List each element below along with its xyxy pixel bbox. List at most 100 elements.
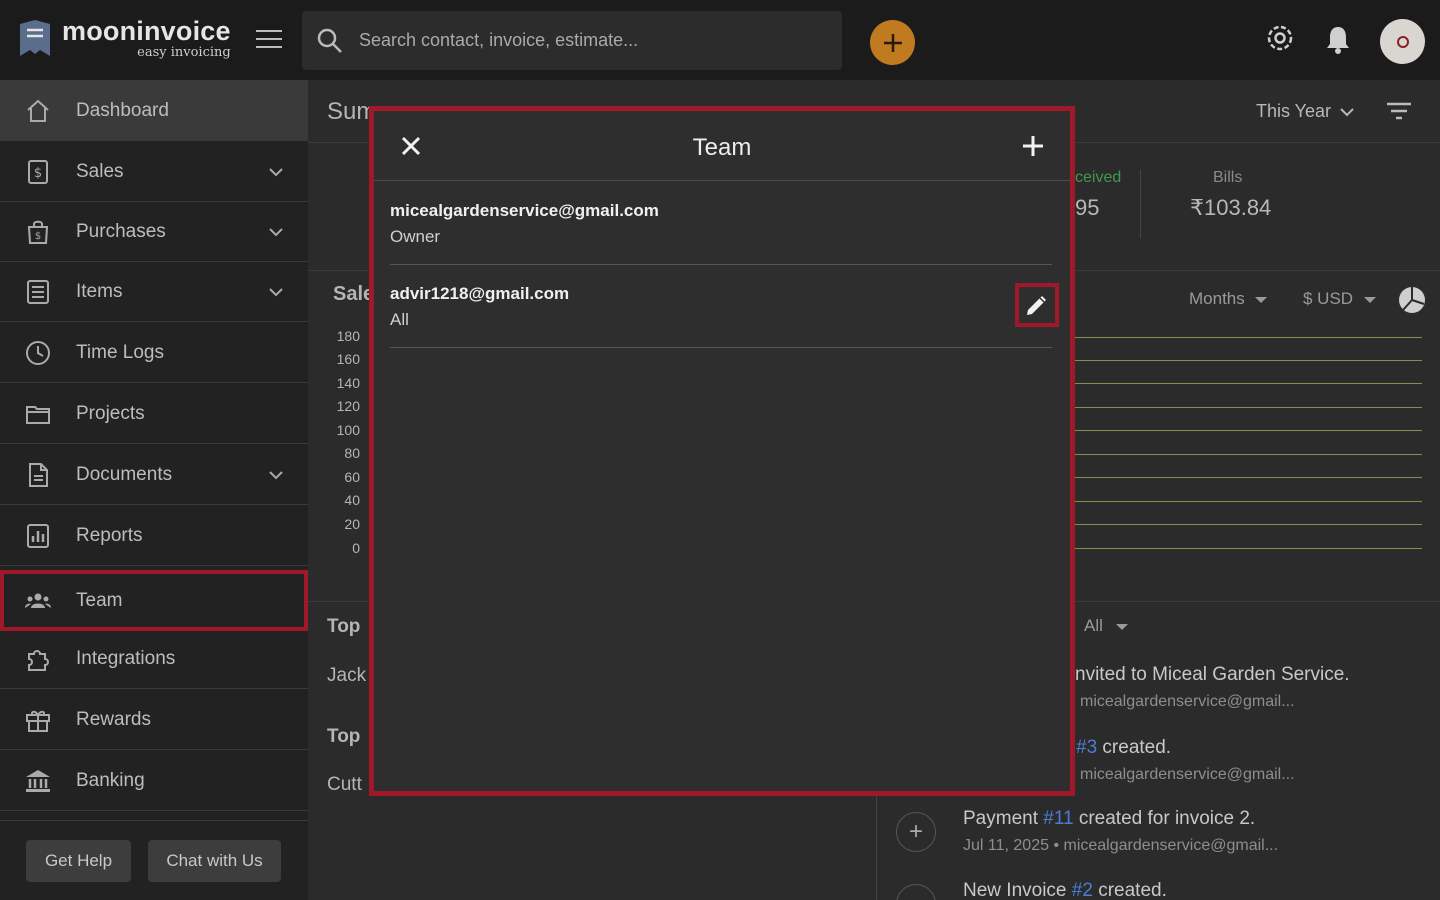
shopping-bag-icon: $ — [27, 220, 49, 244]
edit-member-button[interactable] — [1015, 283, 1059, 327]
team-member-row[interactable]: advir1218@gmail.com All — [390, 265, 1059, 348]
top-customer-item: Jack — [327, 665, 367, 686]
pencil-icon — [1027, 296, 1046, 315]
sidebar: Dashboard $ Sales $ Purchases Items Time… — [0, 80, 308, 900]
member-role: All — [390, 310, 409, 329]
sidebar-item-projects[interactable]: Projects — [0, 383, 308, 444]
sidebar-item-rewards[interactable]: Rewards — [0, 689, 308, 750]
gridline — [1074, 454, 1422, 455]
gridline — [1074, 383, 1422, 384]
activity-text: New Invoice — [963, 880, 1072, 900]
pie-chart-icon[interactable] — [1398, 286, 1426, 314]
months-label: Months — [1189, 289, 1245, 308]
timeline-plus-icon: + — [896, 812, 936, 852]
app-name: mooninvoice — [62, 16, 231, 46]
sidebar-item-team[interactable]: Team — [0, 570, 308, 631]
activity-filter-select[interactable]: All — [1084, 616, 1128, 636]
gridline — [1074, 524, 1422, 525]
sidebar-item-label: Purchases — [76, 221, 166, 242]
modal-title: Team — [692, 134, 752, 161]
activity-meta: micealgardenservice@gmail... — [1080, 693, 1295, 710]
folder-icon — [26, 406, 50, 424]
timeline-line — [876, 790, 877, 900]
bar-chart-icon — [27, 524, 49, 548]
activity-link[interactable]: #11 — [1043, 808, 1073, 829]
currency-label: $ USD — [1303, 289, 1354, 308]
app-logo[interactable]: mooninvoice easy invoicing — [18, 18, 231, 59]
activity-text: created for invoice 2. — [1073, 808, 1256, 829]
sidebar-item-reports[interactable]: Reports — [0, 505, 308, 566]
activity-link[interactable]: #2 — [1072, 880, 1093, 900]
timeline-dot — [896, 884, 936, 900]
y-tick-label: 40 — [344, 492, 360, 508]
member-email: advir1218@gmail.com — [390, 284, 570, 303]
bell-icon[interactable] — [1324, 24, 1352, 54]
people-icon — [25, 593, 51, 608]
gridline — [1074, 430, 1422, 431]
sidebar-item-label: Time Logs — [76, 342, 164, 363]
currency-select[interactable]: $ USD — [1303, 289, 1376, 309]
activity-text: nvited to Miceal Garden Service. — [1075, 664, 1350, 685]
gift-icon — [26, 710, 50, 732]
sales-chart-title: Sale — [333, 283, 375, 305]
y-tick-label: 80 — [344, 445, 360, 461]
y-tick-label: 160 — [336, 351, 360, 367]
sidebar-item-time-logs[interactable]: Time Logs — [0, 322, 308, 383]
activity-title: nvited to Miceal Garden Service. — [1075, 664, 1350, 686]
received-label: ceived — [1075, 169, 1122, 186]
member-role: Owner — [390, 227, 441, 246]
caret-down-icon — [1115, 624, 1128, 630]
sidebar-item-label: Dashboard — [76, 100, 169, 121]
activity-link[interactable]: #3 — [1076, 737, 1097, 758]
clock-icon — [26, 341, 50, 365]
bank-icon — [26, 770, 50, 792]
gear-icon[interactable] — [1264, 22, 1296, 54]
logo-mark-icon — [20, 20, 50, 56]
y-tick-label: 60 — [344, 469, 360, 485]
search-placeholder: Search contact, invoice, estimate... — [359, 30, 639, 50]
team-member-row[interactable]: micealgardenservice@gmail.com Owner — [390, 182, 1052, 265]
sidebar-item-documents[interactable]: Documents — [0, 444, 308, 505]
chevron-down-icon[interactable] — [268, 167, 284, 177]
sidebar-footer: Get Help Chat with Us — [0, 820, 308, 900]
gridline — [1074, 407, 1422, 408]
svg-text:$: $ — [35, 231, 41, 242]
activity-filter-label: All — [1084, 616, 1103, 635]
caret-down-icon — [1363, 297, 1376, 303]
sidebar-item-integrations[interactable]: Integrations — [0, 628, 308, 689]
chevron-down-icon — [1340, 108, 1354, 117]
sidebar-item-dashboard[interactable]: Dashboard — [0, 80, 308, 141]
document-icon — [29, 463, 48, 487]
months-select[interactable]: Months — [1189, 289, 1268, 309]
chevron-down-icon[interactable] — [268, 287, 284, 297]
chevron-down-icon[interactable] — [268, 470, 284, 480]
top-bar: mooninvoice easy invoicing Search contac… — [0, 0, 1440, 80]
sidebar-item-sales[interactable]: $ Sales — [0, 141, 308, 202]
get-help-button[interactable]: Get Help — [26, 840, 131, 882]
search-input[interactable]: Search contact, invoice, estimate... — [302, 11, 842, 70]
top-customers-title: Top — [327, 616, 361, 637]
home-icon — [27, 99, 49, 122]
avatar[interactable] — [1380, 19, 1425, 64]
modal-header: Team — [374, 111, 1070, 181]
app-tagline: easy invoicing — [137, 45, 231, 60]
team-modal: Team micealgardenservice@gmail.com Owner… — [369, 106, 1075, 796]
sidebar-item-purchases[interactable]: $ Purchases — [0, 201, 308, 262]
filter-icon[interactable] — [1386, 102, 1412, 120]
sidebar-item-banking[interactable]: Banking — [0, 750, 308, 811]
gridline — [1074, 477, 1422, 478]
quick-add-button[interactable] — [870, 20, 915, 65]
activity-text: created. — [1097, 737, 1172, 758]
add-member-icon[interactable] — [1022, 135, 1044, 157]
avatar-emblem-icon — [1396, 35, 1409, 48]
y-tick-label: 20 — [344, 516, 360, 532]
sidebar-item-items[interactable]: Items — [0, 261, 308, 322]
period-select[interactable]: This Year — [1256, 101, 1354, 122]
activity-title: Payment #11 created for invoice 2. — [963, 808, 1255, 830]
stat-divider — [1140, 170, 1141, 238]
chat-with-us-button[interactable]: Chat with Us — [148, 840, 281, 882]
gridline — [1074, 360, 1422, 361]
chevron-down-icon[interactable] — [268, 227, 284, 237]
puzzle-icon — [28, 650, 49, 671]
menu-icon[interactable] — [256, 30, 282, 50]
